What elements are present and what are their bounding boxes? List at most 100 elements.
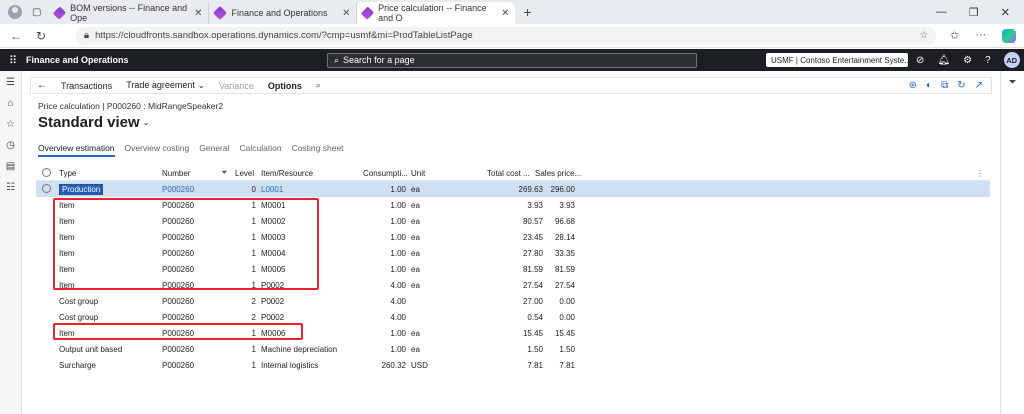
cell-sales-price: 15.45 — [554, 328, 575, 338]
url-text: https://cloudfronts.sandbox.operations.d… — [95, 30, 473, 41]
office-addin-icon[interactable]: ⊛ — [909, 80, 917, 91]
cell-consumption: 1.00 — [390, 264, 406, 274]
cell-item-resource[interactable]: L0001 — [261, 185, 283, 194]
header-total-cost[interactable]: Total cost ... — [487, 169, 530, 178]
close-icon[interactable]: ✕ — [194, 8, 202, 19]
table-row[interactable]: Output unit based P000260 1 Machine depreci… — [36, 341, 990, 357]
copilot-icon[interactable] — [1002, 28, 1017, 43]
header-consumption[interactable]: Consumpti... — [363, 169, 408, 178]
favorite-star-icon[interactable]: ☆ — [919, 30, 928, 41]
back-arrow-icon[interactable]: ← — [37, 80, 47, 91]
tab-overview-estimation[interactable]: Overview estimation — [38, 143, 115, 157]
cell-sales-price: 33.35 — [554, 248, 575, 258]
modules-list-icon[interactable]: ☷ — [6, 182, 15, 193]
browser-tab-bom-versions[interactable]: BOM versions -- Finance and Ope ✕ — [49, 2, 210, 24]
select-all-radio[interactable] — [42, 168, 51, 177]
filter-funnel-icon[interactable]: ⏷ — [1009, 77, 1017, 414]
settings-gear-icon[interactable]: ⚙ — [963, 55, 972, 66]
company-picker[interactable]: USMF | Contoso Entertainment Syste... — [766, 53, 908, 67]
cell-consumption: 260.32 — [381, 360, 406, 370]
cell-sales-price: 0.00 — [559, 296, 575, 306]
table-row[interactable]: Surcharge P000260 1 Internal logistics 260.3… — [36, 357, 990, 373]
tab-general[interactable]: General — [199, 143, 229, 157]
trade-agreement-menu[interactable]: Trade agreement ⌄ — [126, 80, 205, 91]
header-unit[interactable]: Unit — [411, 169, 425, 178]
favorites-star-icon[interactable]: ☆ — [6, 119, 15, 130]
dynamics-favicon-icon — [53, 6, 67, 20]
browser-tab-price-calculation[interactable]: Price calculation -- Finance and O ✕ — [357, 2, 516, 24]
cell-type: Cost group — [59, 297, 98, 306]
cell-unit: ea — [411, 328, 420, 338]
dynamics-favicon-icon — [213, 5, 228, 21]
app-launcher-icon[interactable]: ⠿ — [0, 54, 26, 67]
tab-calculation[interactable]: Calculation — [240, 143, 282, 157]
header-number[interactable]: Number — [162, 169, 190, 178]
copilot-app-icon[interactable]: ⊘ — [916, 55, 924, 66]
cell-sales-price: 3.93 — [559, 200, 575, 210]
header-sales-price[interactable]: Sales price... — [535, 169, 581, 178]
refresh-icon[interactable]: ↻ — [957, 80, 965, 91]
help-icon[interactable]: ? — [985, 55, 991, 66]
page-search-input[interactable]: ⌕ Search for a page — [327, 52, 697, 68]
hamburger-menu-icon[interactable]: ☰ — [6, 77, 15, 88]
open-new-window-icon[interactable]: ↗ — [975, 80, 983, 91]
cell-item-resource: Machine depreciation — [261, 344, 338, 354]
annotation-box-m0006 — [53, 323, 303, 340]
cell-consumption: 4.00 — [390, 312, 406, 322]
page-title[interactable]: Standard view ⌄ — [38, 114, 149, 131]
filter-rail: ⏷ — [1000, 71, 1024, 414]
workspaces-icon[interactable]: ▤ — [6, 161, 15, 172]
column-filter-icon[interactable]: ⏷ — [221, 168, 227, 178]
cell-level: 0 — [251, 184, 256, 194]
transactions-button[interactable]: Transactions — [61, 81, 112, 91]
more-menu-icon[interactable]: ··· — [975, 29, 986, 43]
favorites-icon[interactable]: ✩ — [950, 29, 959, 43]
column-options-icon[interactable]: ⋮ — [976, 169, 984, 178]
restore-icon[interactable]: ❐ — [969, 6, 979, 19]
close-icon[interactable]: ✕ — [501, 8, 509, 19]
cell-number: P000260 — [162, 344, 195, 354]
cell-consumption: 4.00 — [390, 280, 406, 290]
cell-unit: ea — [411, 344, 420, 354]
options-tab[interactable]: Options — [268, 81, 302, 91]
back-arrow-icon[interactable]: ← — [10, 29, 22, 43]
close-icon[interactable]: ✕ — [342, 8, 350, 19]
home-icon[interactable]: ⌂ — [7, 98, 13, 109]
attachments-icon[interactable]: ⧉ — [941, 80, 948, 91]
header-item-resource[interactable]: Item/Resource — [261, 169, 313, 178]
cell-unit: USD — [411, 360, 428, 370]
url-field[interactable]: 🔒︎ https://cloudfronts.sandbox.operation… — [76, 26, 936, 45]
tab-actions-icon[interactable]: ▢ — [32, 7, 41, 18]
cell-type-text: Cost group — [59, 312, 99, 322]
refresh-icon[interactable]: ↻ — [36, 29, 46, 43]
price-calculation-grid: Type Number ⏷ Level Item/Resource Consum… — [36, 166, 990, 373]
cell-sales-price: 0.00 — [559, 312, 575, 322]
tab-overview-costing[interactable]: Overview costing — [125, 143, 190, 157]
tab-title: Price calculation -- Finance and O — [378, 3, 487, 23]
app-name[interactable]: Finance and Operations — [26, 55, 129, 65]
minimize-icon[interactable]: — — [936, 6, 947, 18]
cell-number[interactable]: P000260 — [162, 185, 194, 194]
power-apps-icon[interactable]: ◐ — [926, 80, 932, 91]
profile-icon[interactable] — [8, 5, 22, 19]
browser-tab-finance-operations[interactable]: Finance and Operations ✕ — [209, 2, 358, 24]
window-close-icon[interactable]: ✕ — [1001, 6, 1010, 19]
cell-type: Production — [59, 183, 104, 195]
recent-clock-icon[interactable]: ◷ — [6, 140, 15, 151]
cell-sales-price: 28.14 — [554, 232, 575, 242]
notifications-icon[interactable]: 🔔︎ — [937, 55, 950, 66]
table-row[interactable]: Production P000260 0 L0001 1.00 ea 269.63 296.0… — [36, 181, 990, 197]
cell-consumption: 1.00 — [390, 184, 406, 194]
variance-button[interactable]: Variance — [219, 81, 254, 91]
table-row[interactable]: Cost group P000260 2 P0002 4.00 27.00 0.00 — [36, 293, 990, 309]
tab-costing-sheet[interactable]: Costing sheet — [292, 143, 344, 157]
cell-number: P000260 — [162, 312, 195, 322]
header-type[interactable]: Type — [59, 169, 76, 178]
new-tab-icon[interactable]: + — [515, 0, 539, 24]
cell-unit: ea — [411, 264, 420, 274]
user-avatar[interactable]: AD — [1003, 52, 1020, 68]
row-select-radio[interactable] — [42, 184, 51, 193]
cell-type: Cost group — [59, 313, 98, 322]
header-level[interactable]: Level — [235, 169, 254, 178]
find-search-icon[interactable]: ⌕ — [316, 80, 321, 91]
